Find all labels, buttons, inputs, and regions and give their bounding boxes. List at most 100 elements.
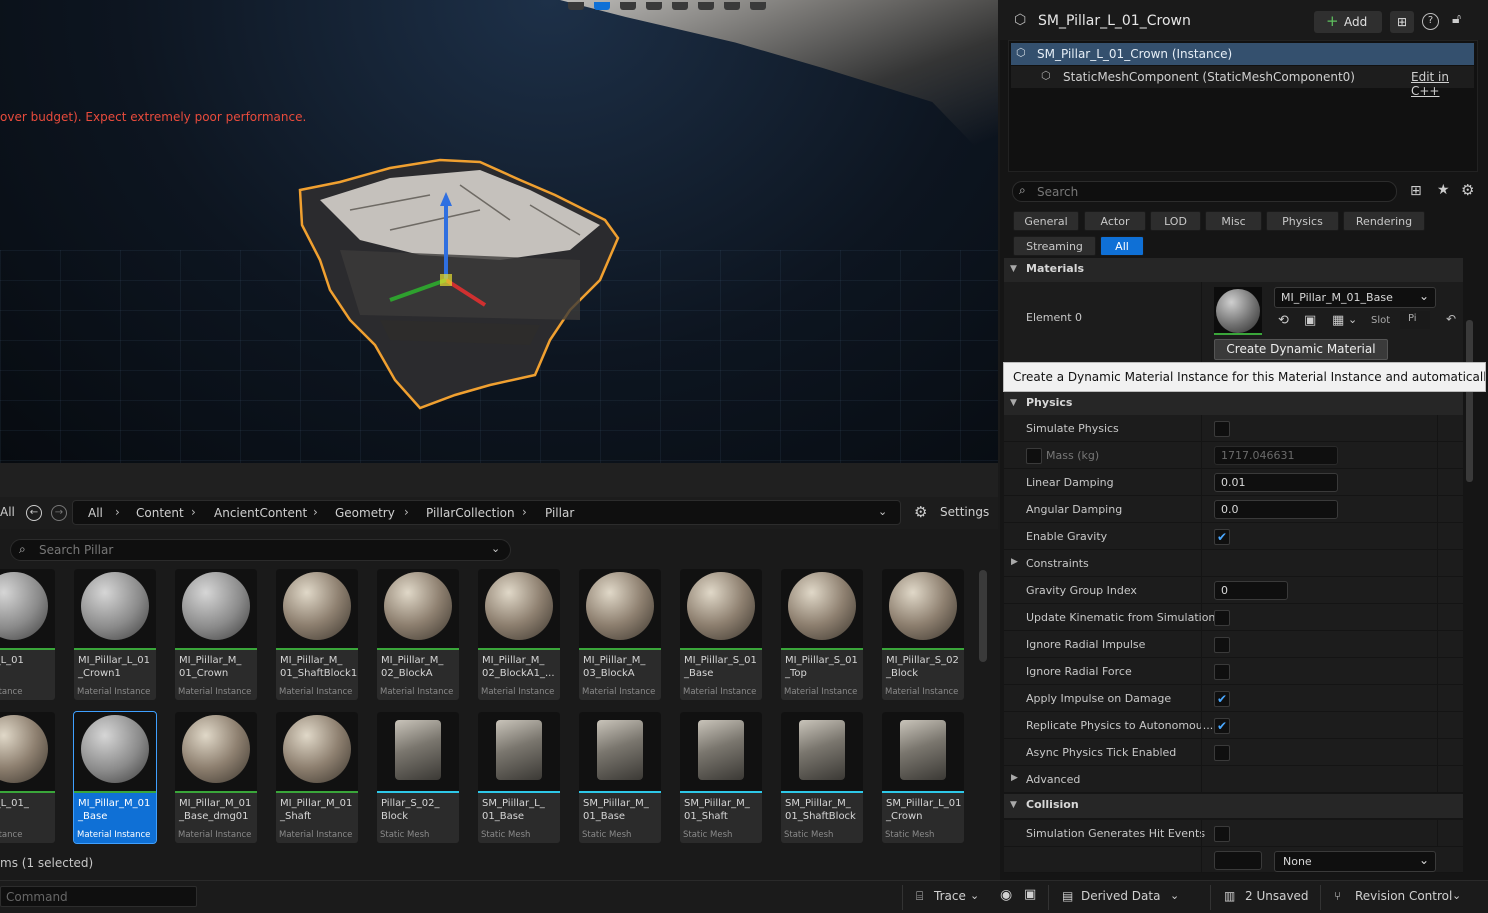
simulate-physics-checkbox[interactable] — [1214, 421, 1230, 437]
asset-tile[interactable]: Pillar_S_02_ Block Static Mesh — [377, 712, 459, 843]
slot-name-field[interactable]: Pi — [1400, 311, 1430, 329]
ignore-radial-impulse-checkbox[interactable] — [1214, 637, 1230, 653]
filter-rendering[interactable]: Rendering — [1343, 211, 1425, 231]
asset-tile[interactable]: SM_Piillar_L_01 _Crown Static Mesh — [882, 712, 964, 843]
screenshot-icon[interactable]: ▣ — [1024, 887, 1036, 902]
chevron-down-icon[interactable]: ⌄ — [1452, 889, 1461, 902]
linear-damping-field[interactable]: 0.01 — [1214, 473, 1338, 492]
reset-arrow-icon[interactable]: ↶ — [1446, 312, 1456, 326]
asset-tile[interactable]: MI_Piillar_M_ 02_BlockA Material Instance — [377, 569, 459, 700]
chevron-down-icon[interactable]: ⌄ — [1170, 889, 1179, 902]
phys-material-select[interactable]: None ⌄ — [1274, 851, 1436, 872]
asset-tile[interactable]: MI_Pillar_M_01 _Base_dmg01 Material Insta… — [175, 712, 257, 843]
replicate-physics-checkbox[interactable]: ✔ — [1214, 718, 1230, 734]
forward-arrow-icon[interactable]: → — [51, 505, 67, 521]
filter-streaming[interactable]: Streaming — [1013, 236, 1096, 256]
checker-menu-icon[interactable]: ▦ — [1332, 313, 1344, 328]
browse-folder-icon[interactable]: ▣ — [1304, 313, 1316, 328]
asset-tile[interactable]: MI_Pillar_M_01 _Shaft Material Instance — [276, 712, 358, 843]
create-dynamic-material-button[interactable]: Create Dynamic Material — [1214, 339, 1388, 360]
camera-speed-icon[interactable] — [750, 2, 766, 10]
settings-button[interactable]: Settings — [940, 505, 989, 519]
back-arrow-icon[interactable]: ← — [26, 505, 42, 521]
breadcrumb-chevron-icon[interactable]: › — [191, 505, 196, 519]
lock-icon[interactable]: 🔓︎ — [1452, 11, 1461, 27]
asset-tile[interactable]: MI_Piillar_S_01 _Top Material Instance — [781, 569, 863, 700]
rotation-snap-icon[interactable] — [724, 2, 740, 10]
asset-tile[interactable]: MI_Piillar_M_ 03_BlockA Material Instance — [579, 569, 661, 700]
filter-physics[interactable]: Physics — [1266, 211, 1339, 231]
star-icon[interactable]: ★ — [1437, 182, 1450, 198]
chevron-down-icon[interactable]: ⌄ — [491, 542, 500, 555]
asset-tile[interactable]: SM_Piillar_M_ 01_ShaftBlock Static Mesh — [781, 712, 863, 843]
world-space-icon[interactable] — [672, 2, 688, 10]
scale-icon[interactable] — [646, 2, 662, 10]
asset-tile[interactable]: SM_Piillar_L_ 01_Base Static Mesh — [478, 712, 560, 843]
unsaved-button[interactable]: 2 Unsaved — [1245, 889, 1309, 903]
gravity-group-index-field[interactable]: 0 — [1214, 581, 1288, 600]
filter-misc[interactable]: Misc — [1205, 211, 1262, 231]
details-search-input[interactable]: ⌕ Search — [1012, 181, 1397, 202]
breadcrumb-chevron-icon[interactable]: › — [522, 505, 527, 519]
collision-category[interactable]: ▼ Collision — [1004, 794, 1463, 818]
asset-tile[interactable]: SM_Piillar_M_ 01_Base Static Mesh — [579, 712, 661, 843]
filter-lod[interactable]: LOD — [1150, 211, 1201, 231]
filter-general[interactable]: General — [1013, 211, 1079, 231]
grid-snap-icon[interactable] — [698, 2, 714, 10]
asset-tile[interactable]: illar_L_01_ t al Instance — [0, 712, 55, 843]
apply-impulse-checkbox[interactable]: ✔ — [1214, 691, 1230, 707]
component-instance-row[interactable]: ⬡ SM_Pillar_L_01_Crown (Instance) — [1011, 43, 1474, 65]
update-kinematic-checkbox[interactable] — [1214, 610, 1230, 626]
asset-tile[interactable]: MI_Piillar_S_01 _Base Material Instance — [680, 569, 762, 700]
material-select[interactable]: MI_Pillar_M_01_Base ⌄ — [1274, 287, 1436, 308]
translate-icon[interactable] — [594, 2, 610, 10]
filter-all[interactable]: All — [1100, 236, 1144, 256]
expand-triangle-icon[interactable]: ▶ — [1011, 557, 1018, 567]
add-component-button[interactable]: + Add — [1314, 11, 1382, 33]
gear-icon[interactable]: ⚙ — [1461, 181, 1474, 199]
help-icon[interactable]: ? — [1422, 13, 1439, 30]
asset-grid-scrollbar[interactable] — [979, 570, 987, 662]
table-view-icon[interactable]: ⊞ — [1410, 183, 1422, 199]
record-icon[interactable]: ◉ — [1000, 887, 1012, 903]
revision-control-menu[interactable]: Revision Control — [1355, 889, 1452, 903]
breadcrumb-all[interactable]: All — [88, 506, 103, 520]
sim-hit-events-checkbox[interactable] — [1214, 826, 1230, 842]
asset-tile[interactable]: MI_Piillar_M_ 02_BlockA1_... Material Ins… — [478, 569, 560, 700]
angular-damping-field[interactable]: 0.0 — [1214, 500, 1338, 519]
ignore-radial-force-checkbox[interactable] — [1214, 664, 1230, 680]
mass-override-checkbox[interactable] — [1026, 448, 1042, 464]
select-mode-icon[interactable] — [568, 2, 584, 10]
chevron-down-icon[interactable]: ⌄ — [970, 889, 979, 902]
material-thumbnail[interactable] — [1214, 287, 1262, 335]
asset-tile[interactable]: MI_Pillar_M_01 _Base Material Instance — [73, 711, 157, 844]
chevron-down-icon[interactable]: ⌄ — [1348, 313, 1357, 326]
async-tick-checkbox[interactable] — [1214, 745, 1230, 761]
breadcrumb-content[interactable]: Content — [136, 506, 184, 520]
asset-tile[interactable]: MI_Piillar_M_ 01_ShaftBlock1 Material Ins… — [276, 569, 358, 700]
level-viewport[interactable]: over budget). Expect extremely poor perf… — [0, 0, 998, 463]
rotate-icon[interactable] — [620, 2, 636, 10]
blueprint-icon[interactable]: ⊞ — [1390, 11, 1414, 33]
breadcrumb-pillar[interactable]: Pillar — [545, 506, 574, 520]
physics-category[interactable]: ▼ Physics — [1004, 392, 1463, 416]
expand-triangle-icon[interactable]: ▶ — [1011, 773, 1018, 783]
component-row[interactable]: ⬡ StaticMeshComponent (StaticMeshCompone… — [1011, 66, 1474, 98]
asset-tile[interactable]: MI_Piillar_M_ 01_Crown Material Instance — [175, 569, 257, 700]
asset-tile[interactable]: illar_L_01 e al Instance — [0, 569, 55, 700]
asset-tile[interactable]: MI_Piillar_S_02 _Block Material Instance — [882, 569, 964, 700]
filter-actor[interactable]: Actor — [1084, 211, 1146, 231]
sources-toggle[interactable]: All — [0, 505, 15, 519]
breadcrumb-chevron-icon[interactable]: › — [115, 505, 120, 519]
selected-pillar-crown[interactable] — [280, 150, 630, 420]
gear-icon[interactable]: ⚙ — [914, 503, 927, 521]
asset-search-input[interactable]: ⌕ Search Pillar ⌄ — [10, 539, 511, 561]
breadcrumb-ancientcontent[interactable]: AncientContent — [214, 506, 307, 520]
breadcrumb-chevron-icon[interactable]: › — [313, 505, 318, 519]
edit-in-cpp-link[interactable]: Edit in C++ — [1411, 70, 1474, 98]
breadcrumb-chevron-icon[interactable]: › — [404, 505, 409, 519]
breadcrumb-pillarcollection[interactable]: PillarCollection — [426, 506, 515, 520]
history-chevron-down-icon[interactable]: ⌄ — [878, 505, 887, 518]
console-command-input[interactable]: Command — [0, 886, 197, 907]
phys-material-field[interactable] — [1214, 851, 1262, 870]
